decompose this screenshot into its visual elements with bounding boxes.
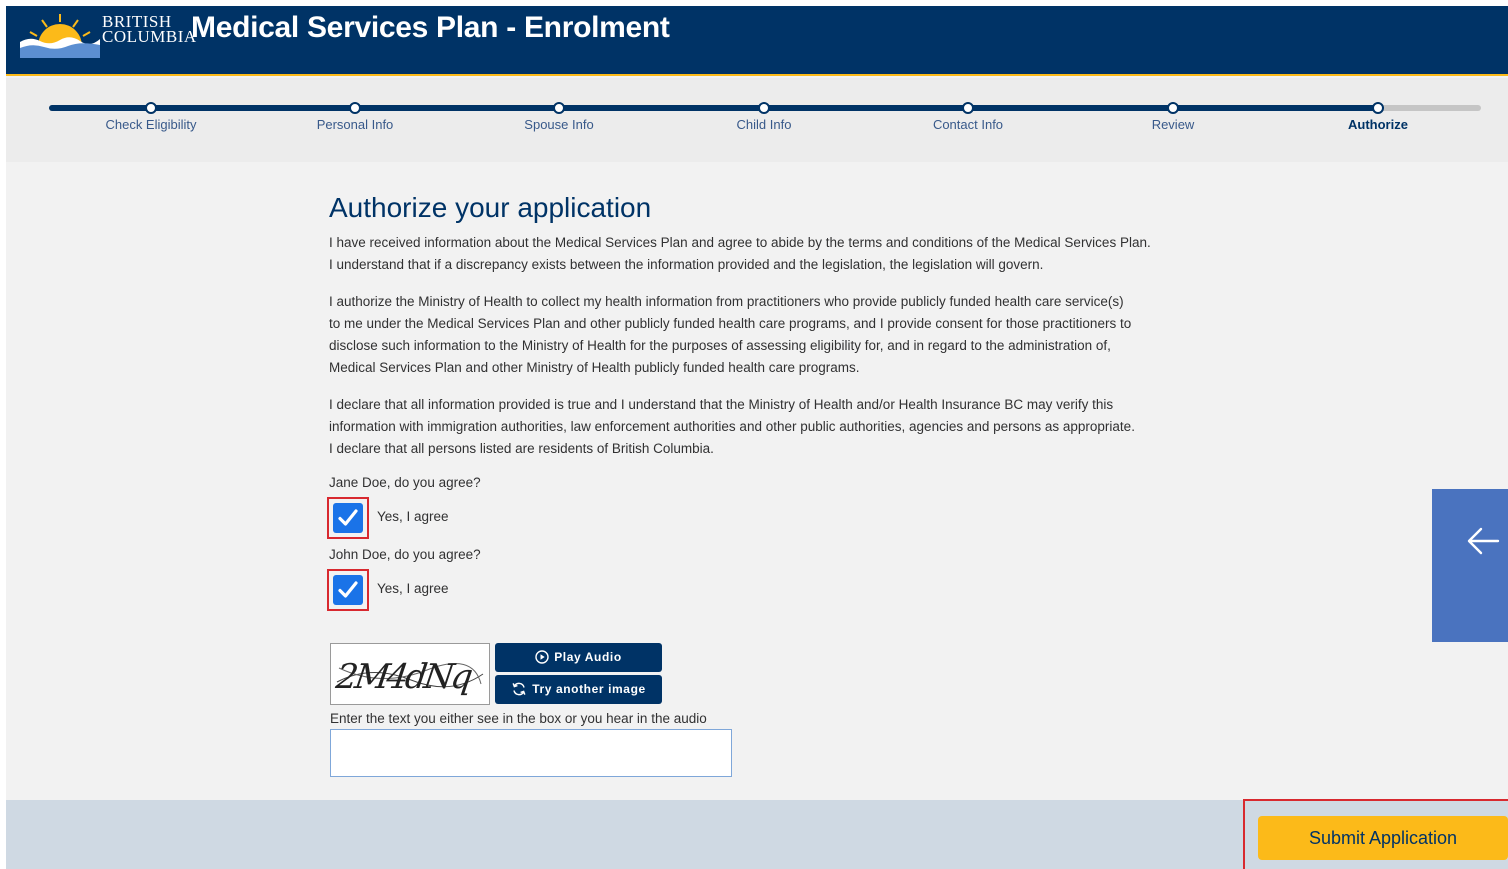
logo-line-2: COLUMBIA [102,27,197,46]
main-content: Authorize your application I have receiv… [327,192,1209,777]
play-audio-label: Play Audio [554,650,622,665]
step-label: Check Eligibility [105,117,197,132]
step-dot [758,102,770,114]
agree-row-john: Yes, I agree [327,568,1209,615]
agree-checkbox-jane[interactable] [333,502,363,533]
agree-checkbox-john[interactable] [333,574,363,605]
declaration-paragraph: I declare that all information provided … [329,394,1209,461]
bc-logo: BRITISH COLUMBIA [20,6,196,68]
refresh-icon [512,682,526,696]
step-label: Authorize [1348,117,1408,132]
step-dot [349,102,361,114]
agree-row-jane: Yes, I agree [327,496,1209,543]
captcha-help-text: Enter the text you either see in the box… [330,710,707,726]
captcha-text: 2M4dNq [333,657,475,697]
progress-steps: Check Eligibility Personal Info Spouse I… [6,78,1508,162]
play-circle-icon [535,650,549,664]
paragraph-line: information with immigration authorities… [329,419,1135,435]
footer-bar: Submit Application [6,799,1508,869]
paragraph-line: I authorize the Ministry of Health to co… [329,293,1124,309]
step-dot [553,102,565,114]
step-label: Personal Info [316,117,394,132]
sun-logo-icon [20,14,100,68]
step-dot [1167,102,1179,114]
step-dot [1372,102,1384,114]
step-label: Contact Info [932,117,1004,132]
app-title: Medical Services Plan - Enrolment [191,11,670,44]
agree-label-jane[interactable]: Yes, I agree [377,509,449,524]
paragraph-line: I declare that all information provided … [329,396,1114,412]
step-label: Child Info [736,117,792,132]
try-another-label: Try another image [532,682,646,697]
step-label: Spouse Info [524,117,594,132]
page-title: Authorize your application [329,192,652,223]
captcha-distorted-text: 2M4dNq [333,657,484,697]
logo-wordmark: BRITISH COLUMBIA [102,13,197,46]
try-another-image-button[interactable]: Try another image [495,674,662,704]
agree-question-john: John Doe, do you agree? [329,546,481,562]
paragraph-line: I declare that all persons listed are re… [329,441,714,457]
checkmark-icon [338,581,358,598]
paragraph-line: to me under the Medical Services Plan an… [329,315,1132,331]
terms-paragraph: I have received information about the Me… [329,232,1209,277]
arrow-left-icon [1467,527,1500,555]
submit-application-button[interactable]: Submit Application [1258,816,1508,860]
step-label: Review [1151,117,1195,132]
checkmark-icon [338,509,358,526]
captcha-widget: 2M4dNq Play Audio Try another image [329,642,1209,707]
back-side-tab[interactable] [1432,489,1508,642]
consent-paragraph: I authorize the Ministry of Health to co… [329,291,1209,380]
play-audio-button[interactable]: Play Audio [495,642,662,672]
captcha-image: 2M4dNq [330,642,490,705]
paragraph-line: Medical Services Plan and other Ministry… [329,360,860,376]
paragraph-line: I have received information about the Me… [329,235,1151,250]
agree-label-john[interactable]: Yes, I agree [377,581,449,596]
paragraph-line: disclose such information to the Ministr… [329,338,1111,354]
step-dot [145,102,157,114]
step-dot [962,102,974,114]
app-window: BRITISH COLUMBIA Medical Services Plan -… [6,6,1508,869]
agree-question-jane: Jane Doe, do you agree? [329,474,481,490]
header: BRITISH COLUMBIA Medical Services Plan -… [6,6,1508,76]
captcha-input[interactable] [330,728,732,777]
paragraph-line: I understand that if a discrepancy exist… [329,257,1044,273]
progress-track-fill [49,105,1379,111]
